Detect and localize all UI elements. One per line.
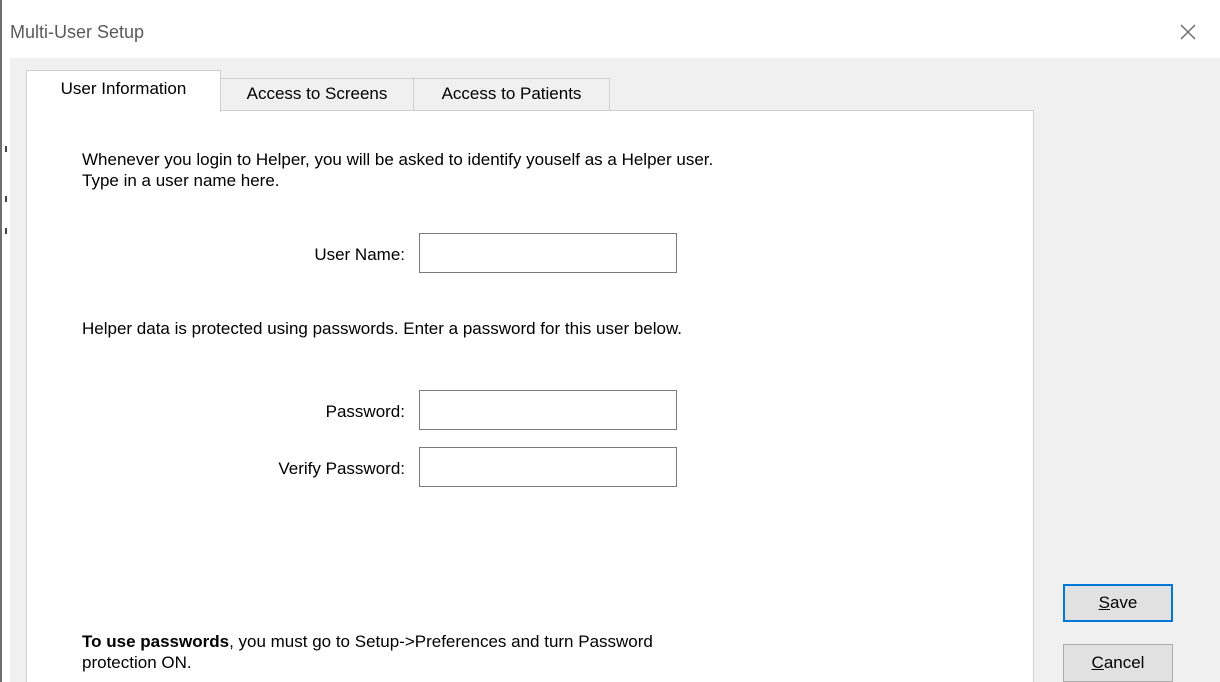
password-note-rest: , you must go to Setup->Preferences and … [229, 632, 653, 651]
password-input[interactable] [419, 390, 677, 430]
password-intro-text: Helper data is protected using passwords… [82, 319, 683, 338]
intro-line-2: Type in a user name here. [82, 171, 280, 190]
edge-mark [5, 196, 7, 202]
tab-label: Access to Screens [246, 84, 388, 103]
close-button[interactable] [1172, 16, 1204, 48]
tab-access-to-screens[interactable]: Access to Screens [220, 78, 414, 110]
dialog-body: User Information Access to Screens Acces… [10, 58, 1220, 682]
edge-mark [5, 146, 7, 152]
tab-label: Access to Patients [441, 84, 582, 103]
cancel-button[interactable]: Cancel [1063, 644, 1173, 682]
user-name-input[interactable] [419, 233, 677, 273]
cancel-label-rest: ancel [1103, 653, 1145, 672]
verify-password-label: Verify Password: [278, 459, 405, 478]
password-note-line-2: protection ON. [82, 653, 192, 672]
edge-mark [5, 228, 7, 234]
save-label-rest: ave [1109, 593, 1138, 612]
password-note-bold: To use passwords [82, 632, 230, 651]
close-icon [1180, 24, 1196, 40]
intro-line-1: Whenever you login to Helper, you will b… [82, 150, 714, 169]
save-button[interactable]: Save [1063, 584, 1173, 622]
window-title: Multi-User Setup [10, 22, 145, 42]
verify-password-input[interactable] [419, 447, 677, 487]
user-name-label: User Name: [314, 245, 405, 264]
intro-text: Whenever you login to Helper, you will b… [82, 149, 713, 191]
tab-user-information[interactable]: User Information [26, 70, 221, 112]
user-information-panel: Whenever you login to Helper, you will b… [26, 110, 1034, 682]
window-left-edge [0, 0, 2, 682]
password-label: Password: [325, 402, 405, 421]
password-note: To use passwords, you must go to Setup->… [82, 631, 653, 673]
tab-access-to-patients[interactable]: Access to Patients [413, 78, 610, 110]
cancel-mnemonic: C [1091, 653, 1104, 672]
save-mnemonic: S [1098, 593, 1110, 612]
password-note-line-1: To use passwords, you must go to Setup->… [82, 631, 653, 652]
tab-label: User Information [60, 79, 187, 98]
